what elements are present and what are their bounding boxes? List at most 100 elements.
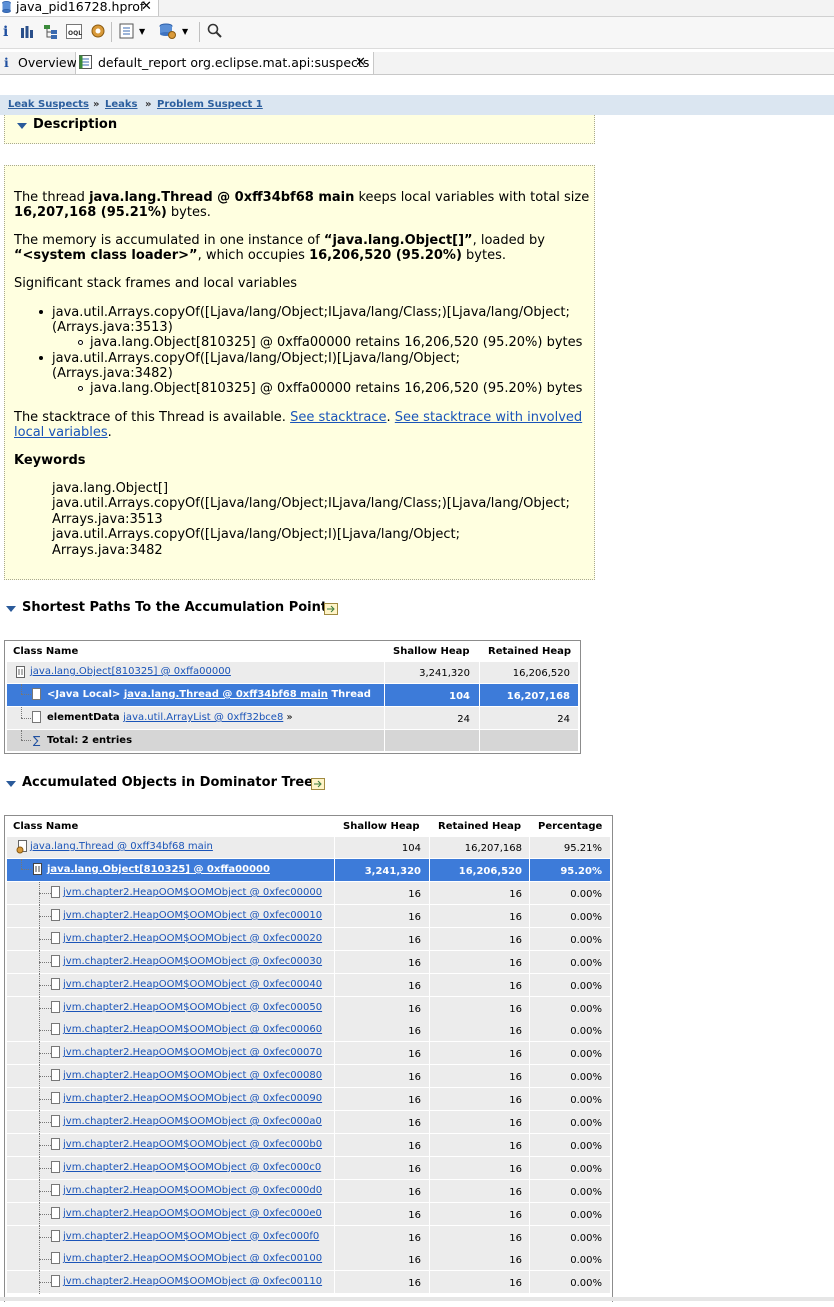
search-icon[interactable] <box>207 23 223 41</box>
tab-report[interactable]: default_report org.eclipse.mat.api:suspe… <box>76 52 374 74</box>
run-report-icon[interactable] <box>119 23 135 41</box>
thread-overview-icon[interactable] <box>90 23 106 41</box>
object-array-link[interactable]: java.lang.Object[810325] @ 0xffa00000 <box>47 864 270 875</box>
object-instance-icon <box>51 1092 60 1105</box>
thread-link[interactable]: java.lang.Thread @ 0xff34bf68 main <box>30 841 213 852</box>
oom-object-link[interactable]: jvm.chapter2.HeapOOM$OOMObject @ 0xfec00… <box>63 979 322 990</box>
oom-object-link[interactable]: jvm.chapter2.HeapOOM$OOMObject @ 0xfec00… <box>63 1185 322 1196</box>
tab-overview[interactable]: i Overview <box>0 52 77 74</box>
percentage-value: 0.00% <box>570 1140 602 1152</box>
column-header-shallow-heap[interactable]: Shallow Heap <box>393 646 470 657</box>
retained-heap-value: 16 <box>509 1255 522 1267</box>
column-header-percentage[interactable]: Percentage <box>538 821 602 832</box>
description-thread-size: 16,207,168 (95.21%) bytes. <box>14 205 211 220</box>
oom-object-link[interactable]: jvm.chapter2.HeapOOM$OOMObject @ 0xfec00… <box>63 1139 322 1150</box>
stack-frame-2: java.util.Arrays.copyOf([Ljava/lang/Obje… <box>52 351 461 366</box>
retained-heap-value: 16 <box>509 1232 522 1244</box>
oom-object-link[interactable]: jvm.chapter2.HeapOOM$OOMObject @ 0xfec00… <box>63 1231 319 1242</box>
percentage-value: 0.00% <box>570 1186 602 1198</box>
query-browser-icon[interactable] <box>159 23 177 41</box>
collapse-triangle-icon[interactable] <box>17 123 27 129</box>
shallow-heap-value: 16 <box>408 1049 421 1061</box>
oom-object-link[interactable]: jvm.chapter2.HeapOOM$OOMObject @ 0xfec00… <box>63 1093 322 1104</box>
keyword-item: Arrays.java:3513 <box>52 512 163 527</box>
oom-object-link[interactable]: jvm.chapter2.HeapOOM$OOMObject @ 0xfec00… <box>63 910 322 921</box>
retained-heap-value: 16,207,168 <box>464 843 522 854</box>
retained-heap-value: 16 <box>509 934 522 946</box>
shallow-heap-value: 16 <box>408 1072 421 1084</box>
oom-object-link[interactable]: jvm.chapter2.HeapOOM$OOMObject @ 0xfec00… <box>63 933 322 944</box>
field-reference-icon <box>32 711 41 723</box>
column-header-retained-heap[interactable]: Retained Heap <box>438 821 521 832</box>
sub-bullet-icon <box>78 386 83 391</box>
chevron-down-icon[interactable]: ▼ <box>182 23 188 41</box>
breadcrumb-leaks[interactable]: Leaks <box>105 95 138 115</box>
thread-link[interactable]: java.lang.Thread @ 0xff34bf68 main <box>124 689 328 700</box>
oom-object-link[interactable]: jvm.chapter2.HeapOOM$OOMObject @ 0xfec00… <box>63 1116 322 1127</box>
close-icon[interactable]: ✕ <box>141 0 152 15</box>
oql-icon[interactable]: OQL <box>66 24 82 42</box>
percentage-value: 0.00% <box>570 1232 602 1244</box>
stack-frame-1: java.util.Arrays.copyOf([Ljava/lang/Obje… <box>52 305 570 320</box>
shallow-heap-value: 16 <box>408 1255 421 1267</box>
oom-object-link[interactable]: jvm.chapter2.HeapOOM$OOMObject @ 0xfec00… <box>63 956 322 967</box>
percentage-value: 0.00% <box>570 1163 602 1175</box>
shallow-heap-value: 16 <box>408 980 421 992</box>
percentage-value: 0.00% <box>570 1209 602 1221</box>
oom-object-link[interactable]: jvm.chapter2.HeapOOM$OOMObject @ 0xfec00… <box>63 887 322 898</box>
close-icon[interactable]: ✕ <box>355 52 366 74</box>
column-header-shallow-heap[interactable]: Shallow Heap <box>343 821 420 832</box>
oom-object-link[interactable]: jvm.chapter2.HeapOOM$OOMObject @ 0xfec00… <box>63 1002 322 1013</box>
retained-heap-value: 16 <box>509 889 522 900</box>
histogram-icon[interactable] <box>20 25 34 43</box>
object-link[interactable]: java.lang.Object[810325] @ 0xffa00000 <box>30 666 231 677</box>
description-title: Description <box>33 117 118 132</box>
arraylist-link[interactable]: java.util.ArrayList @ 0xff32bce8 <box>123 712 283 723</box>
collapse-triangle-icon[interactable] <box>6 781 16 787</box>
percentage-value: 0.00% <box>570 1003 602 1015</box>
breadcrumb-problem-suspect[interactable]: Problem Suspect 1 <box>157 95 263 115</box>
column-header-retained-heap[interactable]: Retained Heap <box>488 646 571 657</box>
horizontal-scrollbar[interactable] <box>0 1297 834 1301</box>
retained-heap-value: 16 <box>509 1163 522 1175</box>
retained-heap-value: 16,206,520 <box>512 668 570 679</box>
info-icon[interactable]: i <box>3 23 8 41</box>
oom-object-link[interactable]: jvm.chapter2.HeapOOM$OOMObject @ 0xfec00… <box>63 1162 321 1173</box>
oom-object-link[interactable]: jvm.chapter2.HeapOOM$OOMObject @ 0xfec00… <box>63 1208 322 1219</box>
object-instance-icon <box>51 977 60 990</box>
open-in-tab-icon[interactable] <box>324 603 338 615</box>
element-data-row: elementData java.util.ArrayList @ 0xff32… <box>47 712 293 723</box>
oom-object-link[interactable]: jvm.chapter2.HeapOOM$OOMObject @ 0xfec00… <box>63 1024 322 1035</box>
breadcrumb-leak-suspects[interactable]: Leak Suspects <box>8 95 89 115</box>
open-in-tab-icon[interactable] <box>311 778 325 790</box>
stack-frame-1-local: java.lang.Object[810325] @ 0xffa00000 re… <box>90 335 583 350</box>
dominator-tree-icon[interactable] <box>43 24 59 42</box>
collapse-triangle-icon[interactable] <box>6 606 16 612</box>
oom-object-link[interactable]: jvm.chapter2.HeapOOM$OOMObject @ 0xfec00… <box>63 1047 322 1058</box>
editor-tab-label: java_pid16728.hprof <box>16 0 145 14</box>
column-header-class-name[interactable]: Class Name <box>13 821 78 832</box>
description-header[interactable]: Description <box>4 115 595 144</box>
retained-heap-value: 16,206,520 <box>458 866 522 877</box>
breadcrumb: Leak Suspects » Leaks » Problem Suspect … <box>0 95 834 115</box>
object-instance-icon <box>51 954 60 967</box>
chevron-down-icon[interactable]: ▼ <box>139 23 145 41</box>
see-stacktrace-locals-link-cont[interactable]: local variables <box>14 425 108 440</box>
retained-heap-value: 16 <box>509 1209 522 1221</box>
retained-heap-value: 16 <box>509 980 522 992</box>
retained-heap-value: 16 <box>509 1278 522 1290</box>
see-stacktrace-link[interactable]: See stacktrace <box>290 410 386 425</box>
heap-dump-icon <box>2 1 11 13</box>
percentage-value: 0.00% <box>570 911 602 923</box>
editor-tab-hprof[interactable]: java_pid16728.hprof ✕ <box>0 0 159 16</box>
oom-object-link[interactable]: jvm.chapter2.HeapOOM$OOMObject @ 0xfec00… <box>63 1253 322 1264</box>
shallow-heap-value: 16 <box>408 1209 421 1221</box>
retained-heap-value: 16 <box>509 957 522 969</box>
see-stacktrace-locals-link[interactable]: See stacktrace with involved <box>395 410 582 425</box>
oom-object-link[interactable]: jvm.chapter2.HeapOOM$OOMObject @ 0xfec00… <box>63 1070 322 1081</box>
oom-object-link[interactable]: jvm.chapter2.HeapOOM$OOMObject @ 0xfec00… <box>63 1276 322 1287</box>
shallow-heap-value: 16 <box>408 934 421 946</box>
column-header-class-name[interactable]: Class Name <box>13 646 78 657</box>
stack-frame-2-local: java.lang.Object[810325] @ 0xffa00000 re… <box>90 381 583 396</box>
object-instance-icon <box>51 1069 60 1082</box>
